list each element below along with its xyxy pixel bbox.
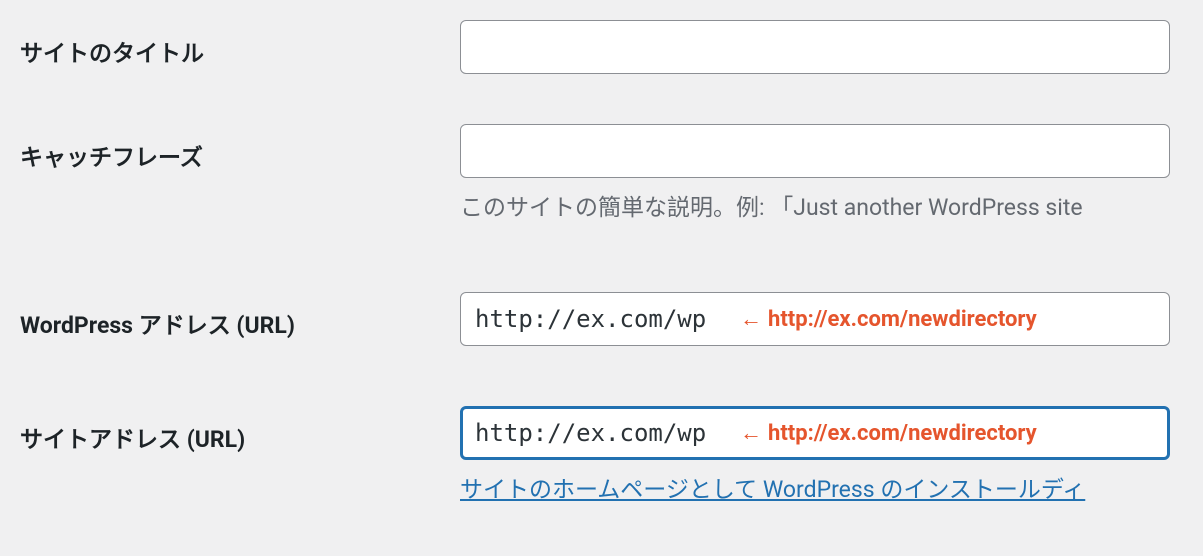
wp-url-input-wrap: ←http://ex.com/newdirectory xyxy=(460,292,1170,346)
tagline-description: このサイトの簡単な説明。例: 「Just another WordPress s… xyxy=(460,188,1203,222)
site-url-input[interactable] xyxy=(460,406,1170,460)
site-title-input[interactable] xyxy=(460,20,1170,74)
field-site-title xyxy=(460,20,1203,74)
site-url-input-wrap: ←http://ex.com/newdirectory xyxy=(460,406,1170,460)
field-tagline: このサイトの簡単な説明。例: 「Just another WordPress s… xyxy=(460,124,1203,222)
label-wp-url: WordPress アドレス (URL) xyxy=(20,292,460,340)
row-site-title: サイトのタイトル xyxy=(20,20,1203,74)
tagline-input[interactable] xyxy=(460,124,1170,178)
row-site-url: サイトアドレス (URL) ←http://ex.com/newdirector… xyxy=(20,406,1203,504)
label-site-url: サイトアドレス (URL) xyxy=(20,406,460,454)
wp-url-input[interactable] xyxy=(460,292,1170,346)
row-tagline: キャッチフレーズ このサイトの簡単な説明。例: 「Just another Wo… xyxy=(20,124,1203,222)
field-wp-url: ←http://ex.com/newdirectory xyxy=(460,292,1203,346)
label-site-title: サイトのタイトル xyxy=(20,20,460,68)
row-wp-url: WordPress アドレス (URL) ←http://ex.com/newd… xyxy=(20,292,1203,346)
site-url-helper-link[interactable]: サイトのホームページとして WordPress のインストールディ xyxy=(460,470,1085,504)
label-tagline: キャッチフレーズ xyxy=(20,124,460,172)
field-site-url: ←http://ex.com/newdirectory サイトのホームページとし… xyxy=(460,406,1203,504)
